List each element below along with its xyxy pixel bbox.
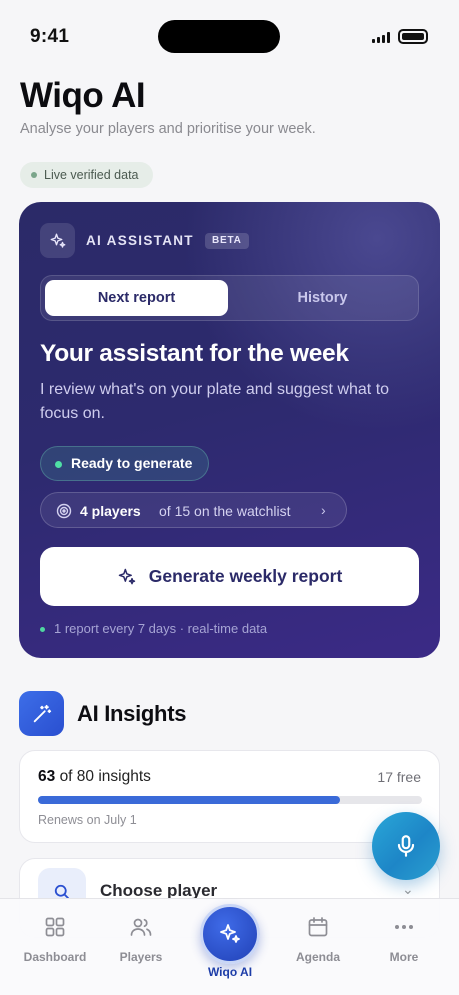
tab-wiqo-ai[interactable] <box>200 904 260 964</box>
players-watchlist-text: of 15 on the watchlist <box>159 503 291 519</box>
insights-total: of 80 insights <box>59 768 151 785</box>
target-icon <box>56 503 72 519</box>
sparkles-icon <box>40 223 75 258</box>
footnote-text: 1 report every 7 days · real-time data <box>54 621 268 636</box>
players-count: 4 players <box>80 503 141 519</box>
bottom-tab-bar: Dashboard Players Wiqo AI Agenda More <box>0 898 459 995</box>
live-data-badge: Live verified data <box>20 162 153 188</box>
tab-more-label: More <box>389 950 419 964</box>
chevron-down-icon: ⌄ <box>402 881 414 897</box>
signal-icon <box>372 32 390 43</box>
assistant-card: AI ASSISTANT BETA Next report History Yo… <box>19 202 440 658</box>
ready-status-badge: Ready to generate <box>40 446 210 481</box>
microphone-icon <box>397 835 415 857</box>
chevron-right-icon: › <box>321 502 326 518</box>
status-bar: 9:41 <box>0 0 459 70</box>
tab-dashboard-label: Dashboard <box>23 950 87 964</box>
assistant-label: AI ASSISTANT <box>86 233 194 248</box>
assistant-title: Your assistant for the week <box>40 340 349 367</box>
magic-wand-icon <box>19 691 64 736</box>
status-time: 9:41 <box>30 26 70 47</box>
tab-agenda[interactable]: Agenda <box>278 915 358 964</box>
renewal-date: Renews on July 1 <box>38 813 137 827</box>
report-segmented-control: Next report History <box>40 275 419 321</box>
page-title: Wiqo AI <box>20 76 146 115</box>
ready-status-label: Ready to generate <box>71 455 193 471</box>
voice-input-button[interactable] <box>372 812 440 880</box>
status-dot-icon <box>55 461 62 468</box>
tab-players-label: Players <box>119 950 163 964</box>
assistant-description: I review what's on your plate and sugges… <box>40 381 390 422</box>
page-subtitle: Analyse your players and prioritise your… <box>20 121 316 137</box>
live-dot-icon <box>31 172 37 178</box>
insights-used: 63 <box>38 768 56 785</box>
tab-more[interactable]: More <box>364 915 444 964</box>
watchlist-players-chip[interactable]: 4 players of 15 on the watchlist › <box>40 492 347 528</box>
tab-history[interactable]: History <box>231 280 414 316</box>
dynamic-island <box>158 20 280 53</box>
insights-free: 17 free <box>377 769 421 785</box>
insights-progress-bar <box>38 796 422 804</box>
report-frequency-note: 1 report every 7 days · real-time data <box>40 621 267 636</box>
users-icon <box>130 918 152 936</box>
battery-icon <box>398 29 428 44</box>
more-icon <box>395 925 413 929</box>
generate-report-button[interactable]: Generate weekly report <box>40 547 419 606</box>
tab-next-report[interactable]: Next report <box>45 280 228 316</box>
beta-badge: BETA <box>205 233 249 249</box>
tab-wiqo-ai-label: Wiqo AI <box>207 965 253 979</box>
insights-title: AI Insights <box>77 701 187 726</box>
sparkles-icon <box>118 568 135 584</box>
live-badge-label: Live verified data <box>44 168 139 182</box>
tab-players[interactable]: Players <box>101 915 181 964</box>
footnote-dot-icon <box>40 627 45 632</box>
insights-progress-fill <box>38 796 341 804</box>
calendar-icon <box>308 917 328 937</box>
tab-agenda-label: Agenda <box>295 950 340 964</box>
tab-dashboard[interactable]: Dashboard <box>15 915 95 964</box>
generate-report-label: Generate weekly report <box>148 566 343 586</box>
grid-icon <box>45 917 65 937</box>
sparkles-icon <box>220 924 240 943</box>
insights-usage: 63 of 80 insights <box>38 768 151 786</box>
